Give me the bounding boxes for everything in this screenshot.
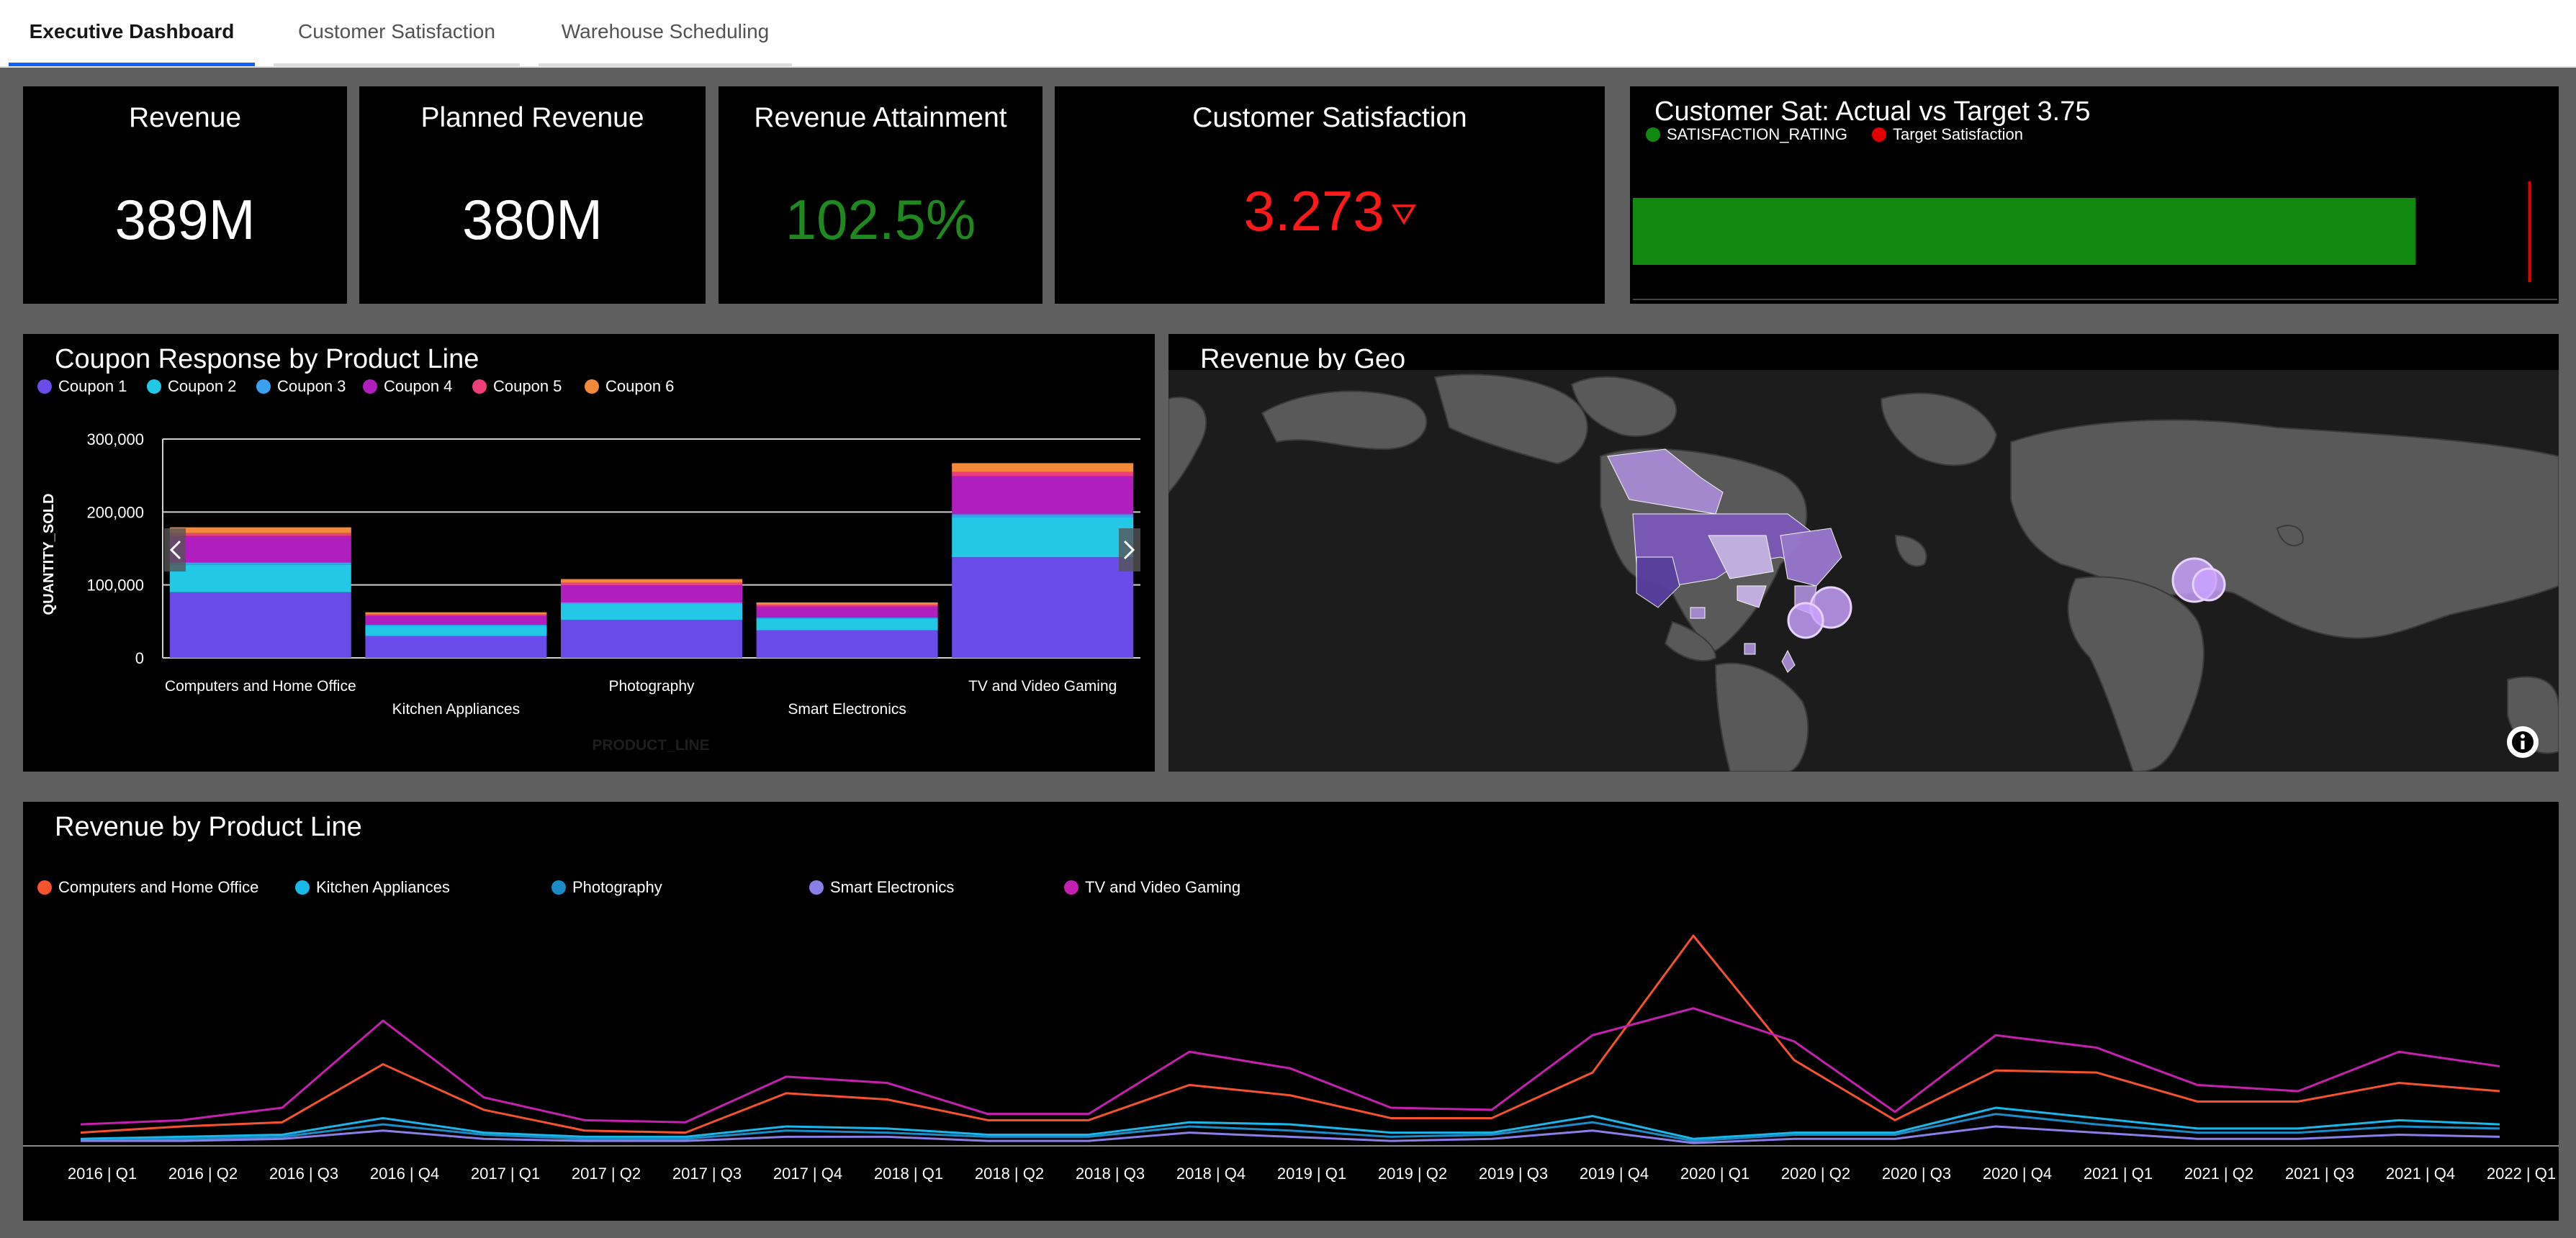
x-tick-label: 2021 | Q1 xyxy=(2084,1165,2153,1183)
bar-segment-coupon-1[interactable] xyxy=(561,620,742,658)
x-tick-label: 2017 | Q2 xyxy=(572,1165,641,1183)
kpi-title: Revenue xyxy=(128,102,242,133)
x-tick-label: 2018 | Q3 xyxy=(1076,1165,1145,1183)
bar-segment-coupon-6[interactable] xyxy=(561,579,742,583)
actual-bar[interactable] xyxy=(1633,198,2416,265)
x-tick-label: 2019 | Q2 xyxy=(1378,1165,1447,1183)
kpi-revenue-attainment-card[interactable]: Revenue Attainment 102.5% xyxy=(719,86,1042,304)
scroll-left-icon[interactable] xyxy=(164,528,186,571)
x-tick-label: 2016 | Q3 xyxy=(269,1165,338,1183)
bar-segment-coupon-3[interactable] xyxy=(561,602,742,605)
y-tick-label: 0 xyxy=(135,649,144,667)
kpi-customer-satisfaction-card[interactable]: Customer Satisfaction 3.273 xyxy=(1055,86,1605,304)
x-tick-label: 2018 | Q2 xyxy=(975,1165,1044,1183)
bar-segment-coupon-1[interactable] xyxy=(952,557,1134,658)
kpi-title: Customer Satisfaction xyxy=(1192,102,1467,133)
coupon-bar-chart[interactable]: 0 100,000 200,000 300,000 QUANTITY_SOLD PRODU… xyxy=(23,334,1155,772)
x-tick-label: TV and Video Gaming xyxy=(968,678,1117,695)
x-tick-label: 2019 | Q4 xyxy=(1580,1165,1649,1183)
kpi-value: 380M xyxy=(461,188,603,251)
y-axis-title: QUANTITY_SOLD xyxy=(41,494,57,615)
kpi-title: Revenue Attainment xyxy=(754,102,1007,133)
x-tick-label: 2019 | Q1 xyxy=(1277,1165,1346,1183)
bar-segment-coupon-4[interactable] xyxy=(756,606,938,618)
kpi-revenue-card[interactable]: Revenue 389M xyxy=(23,86,347,304)
x-tick-label: 2017 | Q4 xyxy=(773,1165,842,1183)
bar-segment-coupon-5[interactable] xyxy=(561,582,742,585)
tab-executive-dashboard[interactable]: Executive Dashboard xyxy=(9,0,255,66)
x-tick-label: Kitchen Appliances xyxy=(392,701,520,718)
info-icon[interactable] xyxy=(2505,724,2541,760)
world-map[interactable] xyxy=(1168,370,2559,772)
x-tick-label: 2017 | Q3 xyxy=(672,1165,742,1183)
x-tick-label: 2020 | Q1 xyxy=(1680,1165,1749,1183)
x-tick-label: 2016 | Q2 xyxy=(168,1165,238,1183)
x-tick-label: 2022 | Q1 xyxy=(2487,1165,2556,1183)
down-triangle-icon xyxy=(1391,204,1416,225)
x-tick-label: 2018 | Q4 xyxy=(1176,1165,1246,1183)
y-tick-label: 100,000 xyxy=(86,577,144,595)
bar-segment-coupon-4[interactable] xyxy=(561,584,742,602)
bar-segment-coupon-1[interactable] xyxy=(756,630,938,658)
revenue-product-line-panel[interactable]: Revenue by Product Line Computers and Ho… xyxy=(23,802,2559,1221)
kpi-value-row: 3.273 xyxy=(1055,179,1605,244)
tab-bar: Executive Dashboard Customer Satisfactio… xyxy=(0,0,2576,68)
x-tick-label: 2021 | Q3 xyxy=(2285,1165,2354,1183)
x-axis-title: PRODUCT_LINE xyxy=(592,737,709,754)
x-tick-label: 2019 | Q3 xyxy=(1479,1165,1548,1183)
bar-segment-coupon-5[interactable] xyxy=(169,533,351,536)
bar-segment-coupon-1[interactable] xyxy=(365,636,547,658)
x-tick-label: 2020 | Q3 xyxy=(1882,1165,1951,1183)
y-tick-label: 300,000 xyxy=(86,430,144,448)
x-tick-label: 2020 | Q4 xyxy=(1983,1165,2052,1183)
bar-segment-coupon-2[interactable] xyxy=(756,618,938,631)
x-tick-label: 2020 | Q2 xyxy=(1781,1165,1850,1183)
bar-segment-coupon-4[interactable] xyxy=(952,476,1134,515)
bar-segment-coupon-3[interactable] xyxy=(952,514,1134,518)
bar-segment-coupon-6[interactable] xyxy=(756,602,938,605)
kpi-title: Planned Revenue xyxy=(420,102,644,133)
x-tick-label: 2017 | Q1 xyxy=(471,1165,540,1183)
bullet-chart xyxy=(1633,181,2557,300)
customer-sat-bullet-panel[interactable]: Customer Sat: Actual vs Target 3.75 SATI… xyxy=(1630,86,2559,304)
kpi-value: 389M xyxy=(114,188,256,251)
y-tick-label: 200,000 xyxy=(86,503,144,521)
kpi-value: 3.273 xyxy=(1243,179,1384,243)
bar-segment-coupon-2[interactable] xyxy=(561,604,742,620)
bar-segment-coupon-6[interactable] xyxy=(365,612,547,615)
bar-segment-coupon-3[interactable] xyxy=(756,617,938,619)
bar-segment-coupon-1[interactable] xyxy=(169,592,351,658)
x-tick-label: 2018 | Q1 xyxy=(874,1165,943,1183)
bar-segment-coupon-4[interactable] xyxy=(169,536,351,563)
revenue-geo-panel[interactable]: Revenue by Geo xyxy=(1168,334,2559,772)
x-tick-label: 2016 | Q1 xyxy=(68,1165,137,1183)
x-tick-label: Smart Electronics xyxy=(788,701,906,718)
bar-segment-coupon-5[interactable] xyxy=(952,471,1134,476)
x-tick-label: Photography xyxy=(608,678,695,695)
bar-segment-coupon-2[interactable] xyxy=(169,564,351,592)
kpi-planned-revenue-card[interactable]: Planned Revenue 380M xyxy=(359,86,706,304)
x-tick-label: 2021 | Q2 xyxy=(2184,1165,2253,1183)
series-line-smart-electronics[interactable] xyxy=(81,1125,2500,1144)
x-tick-label: 2021 | Q4 xyxy=(2386,1165,2455,1183)
x-tick-label: Computers and Home Office xyxy=(165,678,356,695)
bar-segment-coupon-4[interactable] xyxy=(365,615,547,625)
tab-warehouse-scheduling[interactable]: Warehouse Scheduling xyxy=(539,0,792,66)
revenue-line-chart[interactable]: 2016 | Q1 2016 | Q2 2016 | Q3 2016 | Q4 2017… xyxy=(23,802,2559,1221)
bar-segment-coupon-3[interactable] xyxy=(365,624,547,626)
bar-segment-coupon-3[interactable] xyxy=(169,562,351,565)
bar-segment-coupon-2[interactable] xyxy=(365,625,547,636)
bar-segment-coupon-5[interactable] xyxy=(756,605,938,607)
kpi-value: 102.5% xyxy=(785,188,976,251)
bar-segment-coupon-5[interactable] xyxy=(365,614,547,616)
bar-segment-coupon-6[interactable] xyxy=(952,463,1134,472)
scroll-right-icon[interactable] xyxy=(1119,528,1140,571)
tab-customer-satisfaction[interactable]: Customer Satisfaction xyxy=(274,0,520,66)
bar-segment-coupon-2[interactable] xyxy=(952,517,1134,558)
coupon-response-panel[interactable]: Coupon Response by Product Line Coupon 1… xyxy=(23,334,1155,772)
x-tick-label: 2016 | Q4 xyxy=(370,1165,439,1183)
series-line-computers-and-home-office[interactable] xyxy=(80,934,2500,1134)
bar-segment-coupon-6[interactable] xyxy=(169,527,351,533)
series-line-tv-and-video-gaming[interactable] xyxy=(80,1007,2500,1126)
